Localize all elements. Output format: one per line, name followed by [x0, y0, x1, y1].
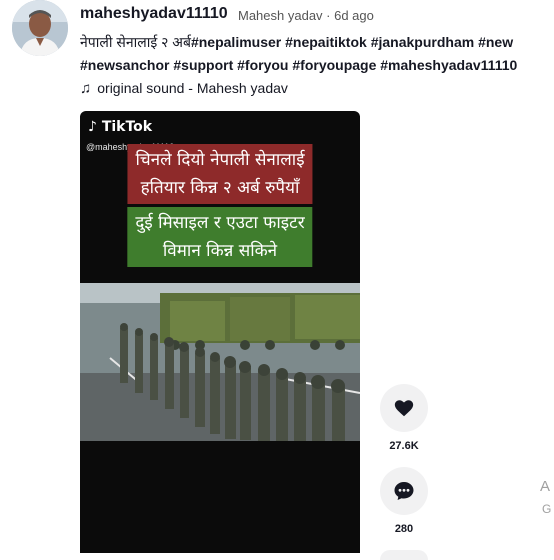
subheadline-banner: दुई मिसाइल र एउटा फाइटर विमान किन्न सकिन… — [127, 207, 313, 267]
subheadline-line2: विमान किन्न सकिने — [162, 241, 278, 261]
like-button[interactable] — [380, 384, 428, 432]
headline-line2: हतियार किन्न २ अर्ब रुपैयाँ — [140, 178, 300, 198]
music-note-icon: ♫ — [80, 80, 92, 97]
sound-label: original sound - Mahesh yadav — [97, 80, 288, 96]
comment-count: 280 — [394, 523, 414, 535]
watermark-text: TikTok — [101, 119, 153, 135]
author-meta: Mahesh yadav · 6d ago — [238, 8, 374, 23]
heart-icon — [394, 400, 414, 417]
like-count: 27.6K — [389, 440, 419, 452]
video-frame-parade — [80, 283, 360, 441]
comment-button[interactable] — [380, 467, 428, 515]
author-username[interactable]: maheshyadav11110 — [80, 5, 228, 23]
sound-link[interactable]: ♫ original sound - Mahesh yadav — [80, 80, 288, 97]
caption-hashtags-line2[interactable]: #newsanchor #support #foryou #foryoupage… — [80, 54, 554, 77]
tiktok-watermark: ♪ TikTok — [88, 119, 152, 135]
caption-text: नेपाली सेनालाई २ अर्ब — [80, 34, 191, 50]
headline-line1: चिनले दियो नेपाली सेनालाई — [135, 150, 305, 170]
action-bar: 27.6K 280 — [380, 384, 428, 560]
share-button[interactable] — [380, 550, 428, 560]
clipped-text-g: G — [542, 502, 552, 516]
subheadline-line1: दुई मिसाइल र एउटा फाइटर — [135, 213, 305, 233]
caption-hashtags-line1[interactable]: #nepalimuser #nepaitiktok #janakpurdham … — [191, 34, 513, 50]
avatar[interactable] — [12, 0, 68, 56]
comment-icon — [394, 482, 414, 500]
headline-banner: चिनले दियो नेपाली सेनालाई हतियार किन्न २… — [127, 144, 313, 204]
clipped-text-a: A — [540, 478, 551, 495]
video-player[interactable]: ♪ TikTok @maheshyadav11110 चिनले दियो ने… — [80, 111, 360, 553]
post-caption: नेपाली सेनालाई २ अर्ब#nepalimuser #nepai… — [80, 31, 554, 77]
avatar-image — [12, 0, 68, 56]
tiktok-logo-icon: ♪ — [88, 119, 97, 135]
